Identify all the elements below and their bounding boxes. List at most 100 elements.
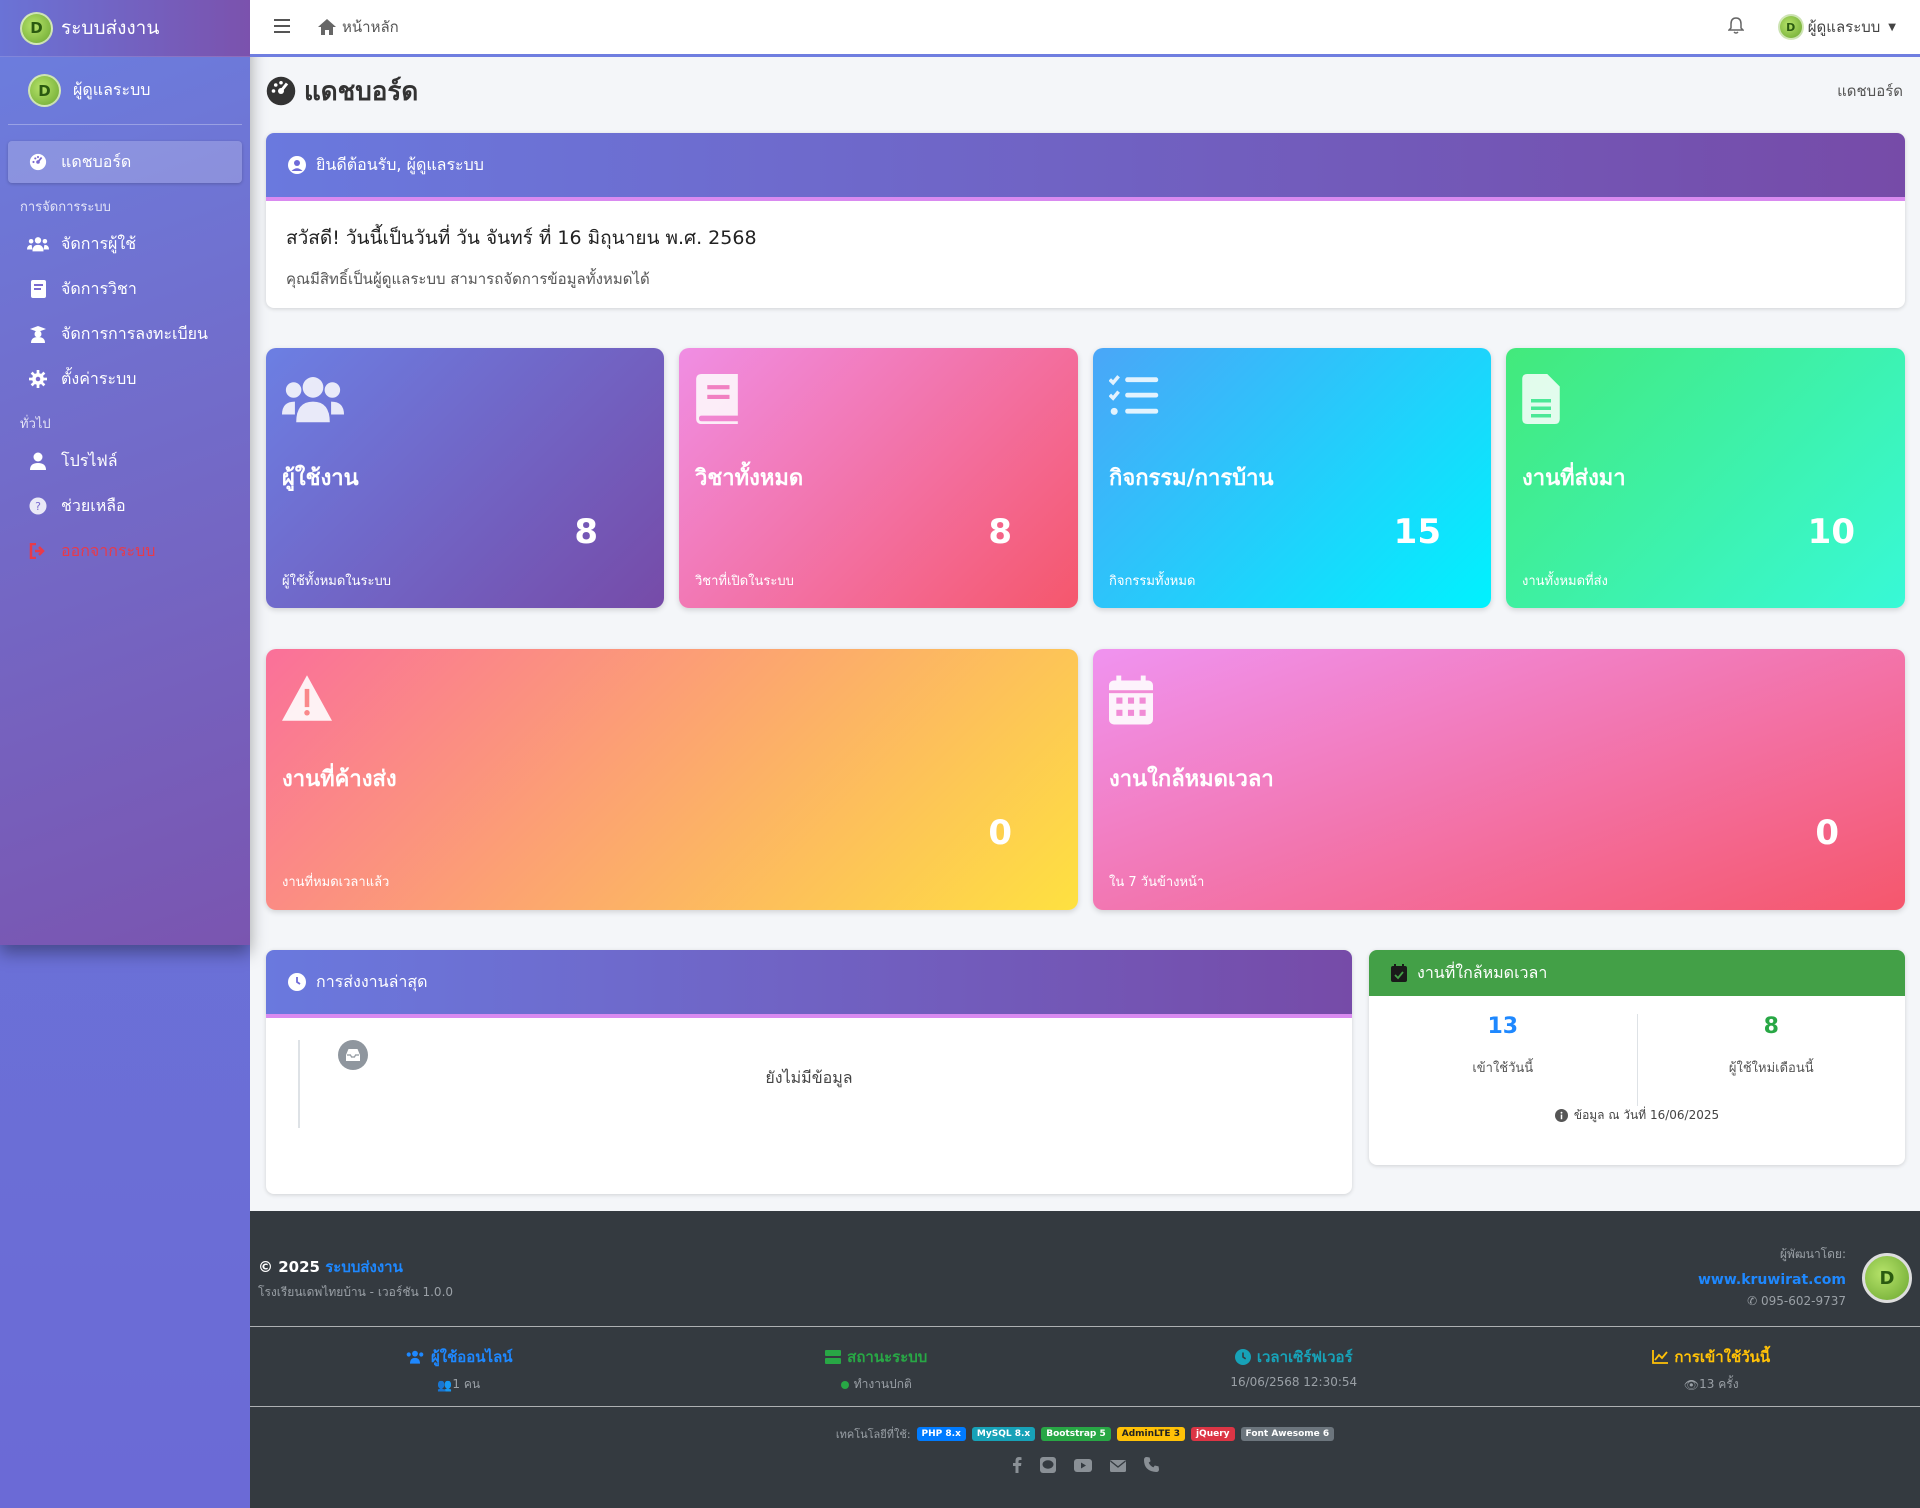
logout-icon: [27, 543, 49, 559]
stat-new-users-month: 8 ผู้ใช้ใหม่เดือนนี้: [1636, 1014, 1906, 1106]
home-label: หน้าหลัก: [342, 18, 399, 36]
calendar-check-icon: [1391, 964, 1407, 982]
stat-value: 0: [1815, 813, 1839, 853]
footer-stat-title: ผู้ใช้ออนไลน์: [430, 1348, 513, 1366]
nav-header-general: ทั่วไป: [20, 417, 51, 432]
tech-badge: jQuery: [1190, 1427, 1235, 1441]
footer-top: © 2025 ระบบส่งงาน โรงเรียนเดพไทยบ้าน - เ…: [250, 1211, 1920, 1327]
sidebar-item-dashboard[interactable]: แดชบอร์ด: [8, 141, 242, 183]
stat-value: 13: [1487, 1014, 1519, 1039]
footer-server-time: เวลาเซิร์ฟเวอร์ 16/06/2568 12:30:54: [1085, 1327, 1503, 1406]
breadcrumb[interactable]: แดชบอร์ด: [1837, 79, 1903, 103]
recent-card-header: การส่งงานล่าสุด: [266, 950, 1352, 1018]
brand-logo: D: [20, 11, 53, 45]
welcome-card-header: ยินดีต้อนรับ, ผู้ดูแลระบบ: [266, 133, 1905, 201]
menu-toggle-icon[interactable]: [274, 17, 290, 38]
sidebar-item-label: แดชบอร์ด: [61, 151, 132, 171]
footer-system-status: สถานะระบบ ทำงานปกติ: [668, 1327, 1086, 1406]
stat-title: งานที่ค้างส่ง: [282, 767, 397, 792]
clock-icon: [1234, 1349, 1251, 1365]
sidebar: D ระบบส่งงาน D ผู้ดูแลระบบ แดชบอร์ด การจ…: [0, 0, 250, 945]
footer-stat-title: การเข้าใช้วันนี้: [1674, 1348, 1771, 1366]
stat-value: 15: [1393, 512, 1441, 552]
stat-subtitle: ผู้ใช้ทั้งหมดในระบบ: [282, 574, 391, 589]
email-icon[interactable]: [1109, 1457, 1126, 1477]
sidebar-item-label: ออกจากระบบ: [61, 540, 156, 560]
status-dot: [840, 1380, 849, 1389]
footer-copyright: © 2025 ระบบส่งงาน: [258, 1255, 403, 1279]
sidebar-item-label: จัดการการลงทะเบียน: [61, 323, 208, 343]
footer-developer: ผู้พัฒนาโดย: www.kruwirat.com ✆ 095-602-…: [1698, 1245, 1846, 1308]
welcome-greeting: สวัสดี! วันนี้เป็นวันที่ วัน จันทร์ ที่ …: [286, 227, 757, 249]
warning-icon: [282, 675, 332, 725]
near-stats: 13 เข้าใช้วันนี้ 8 ผู้ใช้ใหม่เดือนนี้: [1369, 996, 1905, 1106]
youtube-icon[interactable]: [1073, 1457, 1092, 1477]
stat-label: เข้าใช้วันนี้: [1472, 1061, 1534, 1076]
stat-value: 8: [988, 512, 1012, 552]
facebook-icon[interactable]: [1012, 1457, 1022, 1477]
stat-card-near-deadline[interactable]: งานใกล้หมดเวลา 0 ใน 7 วันข้างหน้า: [1093, 649, 1905, 910]
tech-badge: PHP 8.x: [916, 1427, 966, 1441]
user-menu-label: ผู้ดูแลระบบ: [1807, 18, 1881, 36]
users-icon: [27, 236, 49, 252]
phone-icon: ✆: [1747, 1294, 1761, 1308]
topbar-right: D ผู้ดูแลระบบ ▼: [1726, 14, 1896, 40]
sidebar-item-logout[interactable]: ออกจากระบบ: [8, 530, 242, 572]
sidebar-item-users[interactable]: จัดการผู้ใช้: [8, 223, 242, 265]
tech-badge: AdminLTE 3: [1116, 1427, 1185, 1441]
tech-badge: Bootstrap 5: [1041, 1427, 1111, 1441]
user-icon: [27, 452, 49, 470]
user-panel[interactable]: D ผู้ดูแลระบบ: [8, 57, 242, 125]
stat-card-activities[interactable]: กิจกรรม/การบ้าน 15 กิจกรรมทั้งหมด: [1093, 348, 1491, 608]
page-title-text: แดชบอร์ด: [304, 76, 419, 107]
server-icon: [825, 1350, 842, 1364]
bell-icon[interactable]: [1726, 16, 1745, 38]
welcome-role-text: คุณมีสิทธิ์เป็นผู้ดูแลระบบ สามารถจัดการข…: [286, 270, 650, 288]
avatar: D: [1777, 14, 1804, 40]
line-icon[interactable]: [1039, 1457, 1056, 1477]
brand-link[interactable]: D ระบบส่งงาน: [0, 0, 250, 57]
stat-title: งานใกล้หมดเวลา: [1109, 767, 1274, 792]
footer-tech: เทคโนโลยีที่ใช้: PHP 8.x MySQL 8.x Boots…: [250, 1425, 1920, 1443]
footer-stat-title: สถานะระบบ: [847, 1348, 928, 1366]
stat-card-users[interactable]: ผู้ใช้งาน 8 ผู้ใช้ทั้งหมดในระบบ: [266, 348, 664, 608]
stat-subtitle: งานที่หมดเวลาแล้ว: [282, 875, 390, 890]
copyright-year: © 2025: [258, 1258, 320, 1276]
sidebar-item-subjects[interactable]: จัดการวิชา: [8, 268, 242, 310]
sidebar-item-profile[interactable]: โปรไฟล์: [8, 440, 242, 482]
stat-subtitle: งานทั้งหมดที่ส่ง: [1522, 574, 1608, 589]
sidebar-item-settings[interactable]: ตั้งค่าระบบ: [8, 358, 242, 400]
recent-heading: การส่งงานล่าสุด: [316, 971, 428, 991]
footer-online-users: ผู้ใช้ออนไลน์ 👥 1 คน: [250, 1327, 668, 1406]
footer-stat-title: เวลาเซิร์ฟเวอร์: [1256, 1348, 1353, 1366]
chart-line-icon: [1652, 1350, 1669, 1364]
stat-card-overdue[interactable]: งานที่ค้างส่ง 0 งานที่หมดเวลาแล้ว: [266, 649, 1078, 910]
footer-stat-sub: 1 คน: [452, 1377, 481, 1391]
sidebar-item-enrollment[interactable]: จัดการการลงทะเบียน: [8, 313, 242, 355]
recent-submissions-card: การส่งงานล่าสุด ยังไม่มีข้อมูล: [266, 950, 1352, 1194]
graduate-icon: [27, 325, 49, 343]
home-link[interactable]: หน้าหลัก: [318, 15, 399, 39]
user-menu[interactable]: D ผู้ดูแลระบบ ▼: [1777, 14, 1896, 40]
stat-subtitle: วิชาที่เปิดในระบบ: [695, 574, 794, 589]
sidebar-item-label: จัดการผู้ใช้: [61, 233, 137, 253]
stat-visits-today: 13 เข้าใช้วันนี้: [1369, 1014, 1637, 1106]
eye-icon: 👁: [1683, 1377, 1700, 1392]
phone-icon[interactable]: [1143, 1457, 1159, 1477]
developer-site-link[interactable]: www.kruwirat.com: [1698, 1272, 1846, 1288]
near-foot-text: ข้อมูล ณ วันที่ 16/06/2025: [1573, 1108, 1720, 1122]
users-icon: [406, 1350, 424, 1364]
sidebar-item-help[interactable]: ? ช่วยเหลือ: [8, 485, 242, 527]
main-content: แดชบอร์ด แดชบอร์ด ยินดีต้อนรับ, ผู้ดูแลร…: [266, 60, 1905, 1194]
gauge-icon: [266, 76, 296, 106]
stat-title: กิจกรรม/การบ้าน: [1109, 466, 1274, 491]
stat-card-subjects[interactable]: วิชาทั้งหมด 8 วิชาที่เปิดในระบบ: [679, 348, 1078, 608]
stat-card-submissions[interactable]: งานที่ส่งมา 10 งานทั้งหมดที่ส่ง: [1506, 348, 1905, 608]
stat-value: 8: [1763, 1014, 1779, 1039]
calendar-icon: [1109, 675, 1153, 729]
developer-phone-text: 095-602-9737: [1760, 1294, 1846, 1308]
footer-stat-sub: 16/06/2568 12:30:54: [1230, 1375, 1358, 1389]
stat-label: ผู้ใช้ใหม่เดือนนี้: [1728, 1061, 1814, 1076]
footer-brand-link[interactable]: ระบบส่งงาน: [325, 1258, 403, 1276]
question-icon: ?: [27, 497, 49, 515]
